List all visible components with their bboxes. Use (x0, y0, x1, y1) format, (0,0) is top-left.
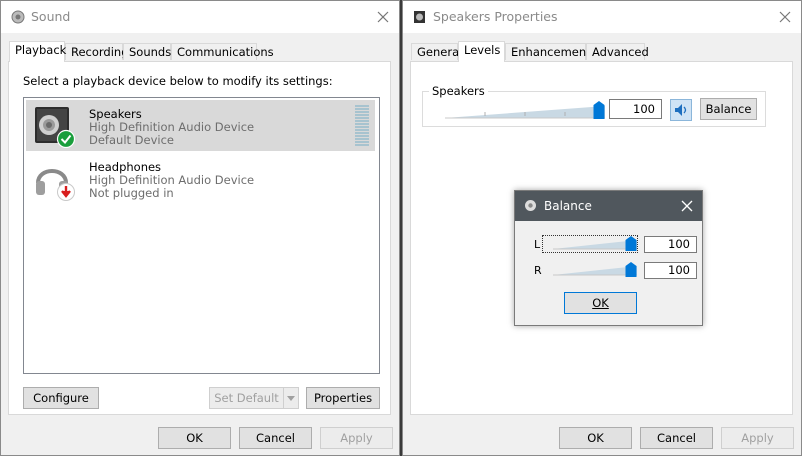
device-name: Headphones (89, 160, 162, 174)
level-meter (355, 105, 369, 147)
device-name: Speakers (89, 107, 142, 121)
speaker-app-icon (11, 10, 25, 24)
properties-titlebar: Speakers Properties (403, 1, 801, 33)
right-channel-label: R (534, 264, 542, 277)
volume-slider[interactable] (443, 98, 607, 122)
set-default-button[interactable]: Set Default (209, 387, 284, 409)
sound-window: Sound Playback Recording Sounds Communic… (0, 0, 400, 456)
device-speakers[interactable]: Speakers High Definition Audio Device De… (26, 100, 375, 151)
close-button[interactable] (678, 197, 696, 215)
apply-button[interactable]: Apply (320, 427, 393, 449)
volume-value-field[interactable]: 100 (609, 99, 662, 119)
group-label: Speakers (429, 84, 488, 98)
configure-button[interactable]: Configure (23, 387, 99, 409)
left-balance-slider[interactable] (551, 235, 639, 253)
mute-toggle-button[interactable] (670, 99, 692, 121)
close-icon (779, 11, 791, 23)
device-list: Speakers High Definition Audio Device De… (23, 97, 380, 374)
properties-button[interactable]: Properties (306, 387, 380, 409)
balance-dialog: Balance L 100 R 100 OK (514, 190, 703, 326)
device-status: Not plugged in (89, 186, 174, 200)
device-status: Default Device (89, 133, 175, 147)
headphones-device-icon (36, 169, 75, 201)
right-slider-thumb[interactable] (625, 262, 637, 277)
set-default-dropdown[interactable] (283, 387, 299, 409)
chevron-down-icon (287, 396, 295, 401)
window-title: Sound (31, 9, 71, 24)
tab-communications[interactable]: Communications (171, 43, 274, 60)
tab-general[interactable]: General (411, 43, 462, 60)
cancel-button[interactable]: Cancel (239, 427, 312, 449)
speaker-device-icon (414, 11, 425, 23)
instruction-text: Select a playback device below to modify… (23, 74, 333, 88)
device-headphones[interactable]: Headphones High Definition Audio Device … (26, 153, 375, 204)
window-title: Speakers Properties (433, 9, 558, 24)
tab-playback[interactable]: Playback (9, 41, 66, 62)
dialog-title: Balance (544, 199, 592, 213)
ok-button[interactable]: OK (158, 427, 231, 449)
speakers-level-group: Speakers 100 Balance (422, 84, 766, 127)
close-button[interactable] (367, 1, 399, 33)
cancel-button[interactable]: Cancel (640, 427, 713, 449)
close-icon (377, 11, 389, 23)
ok-button[interactable]: OK (564, 292, 637, 314)
balance-button[interactable]: Balance (700, 98, 757, 120)
tab-levels[interactable]: Levels (458, 41, 505, 62)
device-description: High Definition Audio Device (89, 173, 255, 187)
speaker-app-icon (525, 200, 536, 211)
tab-enhancements[interactable]: Enhancements (505, 43, 597, 60)
speakers-device-icon (35, 107, 76, 148)
close-button[interactable] (769, 1, 801, 33)
device-description: High Definition Audio Device (89, 120, 255, 134)
volume-slider-thumb[interactable] (593, 101, 605, 119)
tab-advanced[interactable]: Advanced (586, 43, 649, 60)
tab-sounds[interactable]: Sounds (123, 43, 171, 60)
right-value-field[interactable]: 100 (644, 262, 697, 279)
balance-titlebar: Balance (515, 191, 702, 221)
ok-button[interactable]: OK (559, 427, 632, 449)
tab-recording[interactable]: Recording (65, 43, 129, 60)
playback-panel: Select a playback device below to modify… (8, 61, 391, 415)
speaker-volume-icon (675, 104, 687, 116)
apply-button[interactable]: Apply (721, 427, 794, 449)
sound-titlebar: Sound (1, 1, 399, 33)
right-balance-slider[interactable] (551, 261, 639, 279)
close-icon (681, 200, 693, 212)
left-channel-label: L (534, 238, 541, 251)
left-slider-thumb[interactable] (625, 236, 637, 251)
left-value-field[interactable]: 100 (644, 236, 697, 253)
